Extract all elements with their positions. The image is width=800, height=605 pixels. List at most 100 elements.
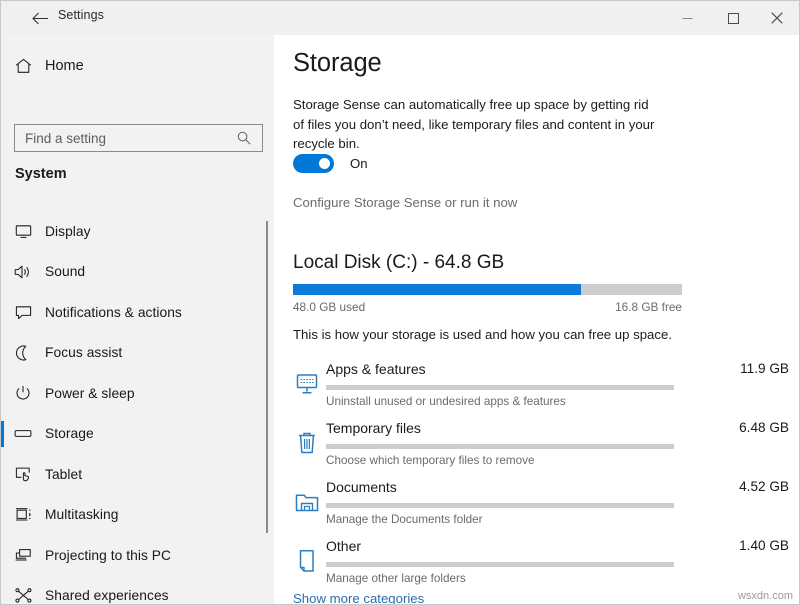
configure-storage-sense-link[interactable]: Configure Storage Sense or run it now bbox=[293, 195, 517, 210]
category-size: 1.40 GB bbox=[739, 538, 789, 553]
sidebar-item-projecting-to-this-pc[interactable]: Projecting to this PC bbox=[1, 535, 274, 576]
toggle-state-label: On bbox=[350, 156, 368, 171]
sidebar: Home System Display bbox=[1, 35, 274, 605]
monitor-icon bbox=[1, 224, 45, 239]
speech-bubble-icon bbox=[1, 305, 45, 320]
category-usage-bar bbox=[326, 503, 674, 508]
category-size: 6.48 GB bbox=[739, 420, 789, 435]
sidebar-item-label: Display bbox=[45, 224, 91, 239]
minimize-icon bbox=[682, 13, 693, 24]
category-name: Documents bbox=[326, 479, 397, 495]
home-icon bbox=[1, 58, 45, 74]
page-title: Storage bbox=[293, 49, 382, 78]
category-usage-bar bbox=[326, 444, 674, 449]
selection-accent bbox=[1, 502, 4, 528]
storage-sense-toggle[interactable] bbox=[293, 154, 334, 173]
storage-category-row[interactable]: Documents 4.52 GB Manage the Documents f… bbox=[274, 475, 800, 534]
sidebar-nav-list: Display Sound bbox=[1, 211, 274, 605]
disk-free-label: 16.8 GB free bbox=[293, 300, 682, 314]
selection-accent bbox=[1, 340, 4, 366]
projecting-icon bbox=[1, 548, 45, 563]
trash-icon bbox=[293, 428, 321, 458]
drive-icon bbox=[1, 428, 45, 439]
sidebar-item-shared-experiences[interactable]: Shared experiences bbox=[1, 576, 274, 605]
sidebar-item-label: Shared experiences bbox=[45, 588, 169, 603]
speaker-icon bbox=[1, 264, 45, 280]
storage-sense-description: Storage Sense can automatically free up … bbox=[293, 95, 658, 154]
window-title: Settings bbox=[58, 8, 104, 22]
storage-category-row[interactable]: Apps & features 11.9 GB Uninstall unused… bbox=[274, 357, 800, 416]
disk-usage-fill bbox=[293, 284, 581, 295]
minimize-button[interactable] bbox=[665, 1, 709, 35]
storage-category-list: Apps & features 11.9 GB Uninstall unused… bbox=[274, 357, 800, 593]
close-button[interactable] bbox=[755, 1, 799, 35]
share-nodes-icon bbox=[1, 588, 45, 603]
sidebar-item-tablet[interactable]: Tablet bbox=[1, 454, 274, 495]
sidebar-item-label: Notifications & actions bbox=[45, 305, 182, 320]
search-input[interactable] bbox=[15, 125, 230, 151]
settings-window: Settings Home bbox=[0, 0, 800, 605]
sidebar-item-power-sleep[interactable]: Power & sleep bbox=[1, 373, 274, 414]
multitasking-icon bbox=[1, 507, 45, 522]
sidebar-scrollbar[interactable] bbox=[266, 221, 268, 533]
storage-category-row[interactable]: Temporary files 6.48 GB Choose which tem… bbox=[274, 416, 800, 475]
category-usage-bar bbox=[326, 562, 674, 567]
sidebar-item-multitasking[interactable]: Multitasking bbox=[1, 495, 274, 536]
sidebar-item-label: Power & sleep bbox=[45, 386, 135, 401]
sidebar-item-focus-assist[interactable]: Focus assist bbox=[1, 333, 274, 374]
sidebar-home-label: Home bbox=[45, 58, 84, 74]
sidebar-item-storage[interactable]: Storage bbox=[1, 414, 274, 455]
title-bar: Settings bbox=[1, 1, 800, 35]
category-subtitle: Choose which temporary files to remove bbox=[326, 454, 535, 467]
category-name: Apps & features bbox=[326, 361, 426, 377]
sidebar-item-label: Projecting to this PC bbox=[45, 548, 171, 563]
power-icon bbox=[1, 385, 45, 401]
selection-accent bbox=[1, 299, 4, 325]
sidebar-item-sound[interactable]: Sound bbox=[1, 252, 274, 293]
sidebar-section-title: System bbox=[15, 166, 67, 182]
category-subtitle: Uninstall unused or undesired apps & fea… bbox=[326, 395, 566, 408]
selection-accent bbox=[1, 461, 4, 487]
back-arrow-icon bbox=[32, 12, 49, 25]
sidebar-item-notifications-actions[interactable]: Notifications & actions bbox=[1, 292, 274, 333]
maximize-icon bbox=[728, 13, 739, 24]
sidebar-item-label: Focus assist bbox=[45, 345, 122, 360]
disk-usage-bar bbox=[293, 284, 682, 295]
back-button[interactable] bbox=[25, 6, 55, 30]
search-box[interactable] bbox=[14, 124, 263, 152]
sidebar-item-label: Storage bbox=[45, 426, 94, 441]
category-size: 4.52 GB bbox=[739, 479, 789, 494]
selection-accent bbox=[1, 583, 4, 605]
maximize-button[interactable] bbox=[711, 1, 755, 35]
selection-accent bbox=[1, 542, 4, 568]
category-size: 11.9 GB bbox=[740, 361, 789, 376]
tablet-touch-icon bbox=[1, 466, 45, 482]
apps-monitor-icon bbox=[293, 369, 321, 399]
storage-usage-description: This is how your storage is used and how… bbox=[293, 327, 672, 342]
storage-category-row[interactable]: Other 1.40 GB Manage other large folders bbox=[274, 534, 800, 593]
category-name: Temporary files bbox=[326, 420, 421, 436]
category-subtitle: Manage the Documents folder bbox=[326, 513, 483, 526]
selection-accent bbox=[1, 421, 4, 447]
main-content: Storage Storage Sense can automatically … bbox=[274, 35, 800, 605]
page-corner-icon bbox=[293, 546, 321, 576]
sidebar-item-display[interactable]: Display bbox=[1, 211, 274, 252]
category-subtitle: Manage other large folders bbox=[326, 572, 466, 585]
storage-sense-toggle-row: On bbox=[293, 154, 368, 173]
selection-accent bbox=[1, 218, 4, 244]
toggle-knob bbox=[319, 158, 330, 169]
watermark: wsxdn.com bbox=[738, 590, 793, 602]
category-usage-bar bbox=[326, 385, 674, 390]
sidebar-item-home[interactable]: Home bbox=[1, 49, 274, 83]
local-disk-title: Local Disk (C:) - 64.8 GB bbox=[293, 252, 504, 274]
show-more-categories-link[interactable]: Show more categories bbox=[293, 591, 424, 605]
close-icon bbox=[771, 12, 783, 24]
selection-accent bbox=[1, 380, 4, 406]
search-icon bbox=[230, 131, 258, 145]
selection-accent bbox=[1, 259, 4, 285]
moon-icon bbox=[1, 345, 45, 361]
category-name: Other bbox=[326, 538, 361, 554]
sidebar-item-label: Multitasking bbox=[45, 507, 118, 522]
folder-icon bbox=[293, 487, 321, 517]
sidebar-item-label: Tablet bbox=[45, 467, 82, 482]
